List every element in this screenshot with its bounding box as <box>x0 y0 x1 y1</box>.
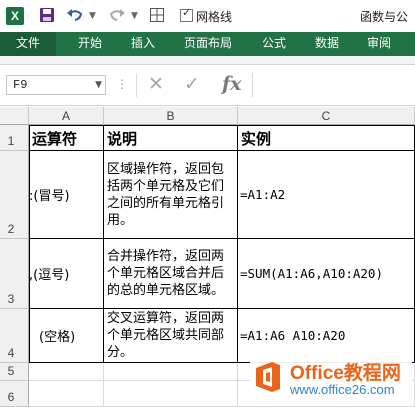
tab-data[interactable]: 数据 <box>315 32 339 56</box>
cell-a3[interactable]: ,(逗号) <box>29 239 104 309</box>
watermark: Office教程网 www.office26.com <box>250 356 412 402</box>
watermark-brand: Office教程网 <box>290 363 401 384</box>
select-all-corner[interactable] <box>0 107 29 125</box>
cell-c4[interactable]: =A1:A6 A10:A20 <box>238 309 415 363</box>
cell-b3[interactable]: 合并操作符，返回两个单元格区域合并后的总的单元格区域。 <box>104 239 238 309</box>
row-header-5[interactable]: 5 <box>0 363 29 381</box>
resize-handle-icon[interactable]: ⋮ <box>116 77 128 91</box>
title-bar: X ▼ ▼ ✓ 网格线 函数与公 <box>0 0 415 32</box>
save-icon[interactable] <box>38 7 56 25</box>
name-box[interactable]: F9 ▼ <box>6 75 106 95</box>
cell-b2[interactable]: 区域操作符，返回包括两个单元格及它们之间的所有单元格引用。 <box>104 151 238 239</box>
cell-b4[interactable]: 交叉运算符，返回两个单元格区域共同部分。 <box>104 309 238 363</box>
tab-formulas[interactable]: 公式 <box>262 32 286 56</box>
row-header-1[interactable]: 1 <box>0 125 29 151</box>
row-header-2[interactable]: 2 <box>0 151 29 239</box>
cell-c1[interactable]: 实例 <box>238 125 415 151</box>
cancel-x-icon[interactable]: ✕ <box>148 73 164 95</box>
cell-a5[interactable] <box>29 363 104 381</box>
cell-b1[interactable]: 说明 <box>104 125 238 151</box>
tab-home[interactable]: 开始 <box>78 32 102 56</box>
chevron-down-icon[interactable]: ▼ <box>95 77 102 94</box>
undo-dropdown-icon[interactable]: ▼ <box>89 8 96 24</box>
tab-insert[interactable]: 插入 <box>131 32 155 56</box>
row-header-4[interactable]: 4 <box>0 309 29 363</box>
column-header-a[interactable]: A <box>29 107 104 125</box>
ribbon-tabs: 文件 开始 插入 页面布局 公式 数据 审阅 <box>0 32 415 56</box>
watermark-url: www.office26.com <box>290 382 395 397</box>
border-table-icon[interactable] <box>148 7 166 25</box>
office-logo-icon <box>256 362 280 392</box>
gridlines-label: 网格线 <box>196 10 233 24</box>
row-header-6[interactable]: 6 <box>0 381 29 407</box>
cell-a2[interactable]: :(冒号) <box>29 151 104 239</box>
formula-input[interactable] <box>252 73 415 97</box>
cell-a6[interactable] <box>29 381 104 407</box>
undo-icon[interactable] <box>66 7 84 25</box>
tab-page-layout[interactable]: 页面布局 <box>184 32 232 56</box>
divider <box>136 73 137 97</box>
redo-icon[interactable] <box>108 7 126 25</box>
redo-dropdown-icon[interactable]: ▼ <box>131 8 138 24</box>
window-title: 函数与公 <box>360 10 409 24</box>
insert-function-button[interactable]: fx <box>222 73 242 95</box>
cell-a4[interactable]: (空格) <box>29 309 104 363</box>
row-header-3[interactable]: 3 <box>0 239 29 309</box>
cell-c2[interactable]: =A1:A2 <box>238 151 415 239</box>
cell-c3[interactable]: =SUM(A1:A6,A10:A20) <box>238 239 415 309</box>
name-box-value: F9 <box>13 78 28 92</box>
enter-check-icon[interactable]: ✓ <box>184 73 200 95</box>
gridlines-checkbox[interactable]: ✓ <box>180 6 193 22</box>
column-header-c[interactable]: C <box>238 107 415 125</box>
cell-b6[interactable] <box>104 381 238 407</box>
excel-logo-icon: X <box>6 7 24 25</box>
check-icon: ✓ <box>182 6 192 19</box>
tab-review[interactable]: 审阅 <box>367 32 391 56</box>
cell-a1[interactable]: 运算符 <box>29 125 104 151</box>
formula-bar: F9 ▼ ⋮ ✕ ✓ fx <box>0 65 415 106</box>
column-header-b[interactable]: B <box>104 107 238 125</box>
ribbon-collapsed-body <box>0 56 415 65</box>
cell-b5[interactable] <box>104 363 238 381</box>
tab-file[interactable]: 文件 <box>0 32 56 56</box>
